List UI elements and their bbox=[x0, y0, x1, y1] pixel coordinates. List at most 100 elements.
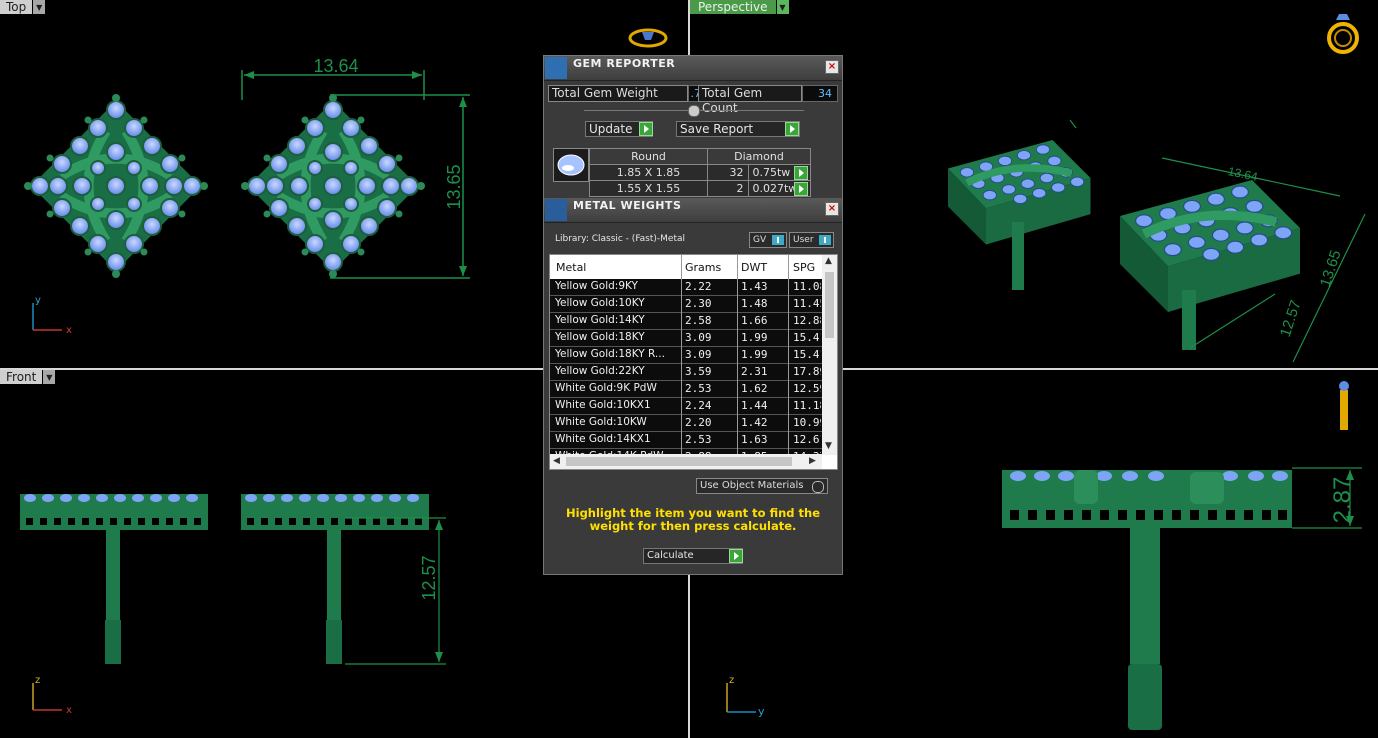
metal-row[interactable]: White Gold:10KW 2.20 1.42 10.99 bbox=[550, 415, 822, 432]
metal-spg: 11.08 bbox=[793, 280, 821, 293]
calculate-button[interactable]: Calculate bbox=[643, 548, 743, 564]
metal-row[interactable]: White Gold:10KX1 2.24 1.44 11.18 bbox=[550, 398, 822, 415]
metal-grams: 2.20 bbox=[685, 416, 712, 429]
metal-spg: 15.41 bbox=[793, 331, 821, 344]
viewport-label-top: Top bbox=[0, 0, 33, 14]
gem-reporter-titlebar[interactable]: GEM REPORTER × bbox=[544, 56, 842, 81]
metal-spg: 11.18 bbox=[793, 399, 821, 412]
gem-row-2-play-icon[interactable] bbox=[794, 182, 808, 196]
close-icon[interactable]: × bbox=[825, 202, 839, 216]
metal-dwt: 1.63 bbox=[741, 433, 768, 446]
gem-table: Round Diamond 1.85 X 1.85 32 0.75tw 1.55… bbox=[589, 148, 811, 197]
gem-reporter-panel: GEM REPORTER × Total Gem Weight .77 Tota… bbox=[543, 55, 843, 575]
viewport-tab-top[interactable]: Top ▼ bbox=[0, 0, 46, 14]
close-icon[interactable]: × bbox=[825, 60, 839, 74]
metal-spg: 10.99 bbox=[793, 416, 821, 429]
ring-icon bbox=[1327, 14, 1359, 54]
metal-grams: 2.58 bbox=[685, 314, 712, 327]
gem-row[interactable]: 1.55 X 1.55 2 0.027tw bbox=[589, 180, 811, 197]
metal-weights-table[interactable]: Metal Grams DWT SPG Yellow Gold:9KY 2.22 1… bbox=[549, 254, 838, 470]
save-report-play-icon[interactable] bbox=[785, 122, 799, 136]
gem-row[interactable]: 1.85 X 1.85 32 0.75tw bbox=[589, 164, 811, 181]
metal-row[interactable]: Yellow Gold:14KY 2.58 1.66 12.88 bbox=[550, 313, 822, 330]
metal-name: Yellow Gold:18KY bbox=[555, 331, 645, 343]
gem-ring-logo-icon bbox=[628, 28, 668, 48]
metal-weights-titlebar[interactable]: METAL WEIGHTS × bbox=[544, 198, 842, 223]
metal-name: Yellow Gold:22KY bbox=[555, 365, 645, 377]
metal-dwt: 1.44 bbox=[741, 399, 768, 412]
horizontal-scrollbar[interactable]: ◀ ▶ bbox=[550, 454, 822, 469]
gv-toggle-label: GV bbox=[753, 235, 767, 245]
save-report-button[interactable]: Save Report bbox=[676, 121, 800, 137]
scroll-thumb[interactable] bbox=[825, 272, 834, 338]
top-dim-width: 13.64 bbox=[313, 56, 358, 76]
scroll-down-icon[interactable]: ▼ bbox=[825, 441, 832, 451]
scroll-thumb[interactable] bbox=[566, 457, 792, 466]
top-dim-height: 13.65 bbox=[444, 164, 464, 209]
metal-weights-icon bbox=[545, 199, 567, 221]
scroll-left-icon[interactable]: ◀ bbox=[553, 456, 560, 466]
info-icon bbox=[819, 235, 831, 245]
metal-name: Yellow Gold:9KY bbox=[555, 280, 638, 292]
metal-row[interactable]: Yellow Gold:10KY 2.30 1.48 11.45 bbox=[550, 296, 822, 313]
scroll-up-icon[interactable]: ▲ bbox=[825, 256, 832, 266]
viewport-dropdown-icon[interactable]: ▼ bbox=[43, 370, 56, 384]
gem-reporter-icon bbox=[545, 57, 567, 79]
metal-spg: 12.59 bbox=[793, 382, 821, 395]
top-axis-x-label: x bbox=[66, 325, 72, 336]
calculate-play-icon[interactable] bbox=[729, 549, 743, 563]
viewport-label-perspective: Perspective bbox=[690, 0, 776, 14]
col-grams-header[interactable]: Grams bbox=[685, 261, 721, 274]
metal-row[interactable]: White Gold:14KX1 2.53 1.63 12.61 bbox=[550, 432, 822, 449]
front-dim-height: 12.57 bbox=[419, 555, 439, 600]
metal-grams: 3.09 bbox=[685, 331, 712, 344]
gem-count: 32 bbox=[707, 164, 749, 181]
metal-spg: 11.45 bbox=[793, 297, 821, 310]
metal-row[interactable]: Yellow Gold:22KY 3.59 2.31 17.89 bbox=[550, 364, 822, 381]
use-object-materials-checkbox[interactable]: Use Object Materials bbox=[696, 478, 828, 494]
metal-spg: 12.88 bbox=[793, 314, 821, 327]
metal-dwt: 1.48 bbox=[741, 297, 768, 310]
right-dim-height: 2.87 bbox=[1329, 477, 1356, 524]
gv-toggle[interactable]: GV bbox=[749, 232, 787, 248]
col-metal-header[interactable]: Metal bbox=[556, 261, 586, 274]
right-axis-y-label: y bbox=[758, 705, 765, 718]
viewport-label-front: Front bbox=[0, 370, 43, 384]
vertical-scrollbar[interactable]: ▲ ▼ bbox=[822, 255, 837, 455]
col-dwt-header[interactable]: DWT bbox=[741, 261, 767, 274]
update-play-icon[interactable] bbox=[639, 122, 653, 136]
metal-grams: 2.24 bbox=[685, 399, 712, 412]
top-axis-y-label: y bbox=[35, 295, 41, 306]
viewport-dropdown-icon[interactable]: ▼ bbox=[776, 0, 789, 14]
front-axis-z-label: z bbox=[35, 675, 40, 686]
metal-row[interactable]: Yellow Gold:9KY 2.22 1.43 11.08 bbox=[550, 279, 822, 296]
metal-dwt: 2.31 bbox=[741, 365, 768, 378]
pendant-view-icon bbox=[1339, 381, 1349, 430]
metal-spg: 12.61 bbox=[793, 433, 821, 446]
splitter-handle-icon[interactable] bbox=[688, 105, 700, 117]
metal-name: White Gold:10KX1 bbox=[555, 399, 651, 411]
col-spg-header[interactable]: SPG bbox=[793, 261, 815, 274]
metal-dwt: 1.99 bbox=[741, 348, 768, 361]
metal-row[interactable]: Yellow Gold:18KY R... 3.09 1.99 15.41 bbox=[550, 347, 822, 364]
metal-dwt: 1.66 bbox=[741, 314, 768, 327]
metal-grams: 2.53 bbox=[685, 382, 712, 395]
scroll-right-icon[interactable]: ▶ bbox=[809, 456, 816, 466]
metal-name: White Gold:10KW bbox=[555, 416, 647, 428]
total-gem-count-label: Total Gem Count bbox=[698, 85, 802, 115]
viewport-dropdown-icon[interactable]: ▼ bbox=[33, 0, 46, 14]
calculate-hint: Highlight the item you want to find the … bbox=[566, 506, 820, 533]
metal-table-rows: Yellow Gold:9KY2.221.4311.08Yellow Gold:… bbox=[550, 279, 822, 466]
viewport-tab-perspective[interactable]: Perspective ▼ bbox=[690, 0, 789, 14]
gem-count: 2 bbox=[707, 180, 749, 197]
viewport-tab-front[interactable]: Front ▼ bbox=[0, 370, 56, 384]
gem-size: 1.55 X 1.55 bbox=[589, 180, 708, 197]
gem-type-header: Diamond bbox=[707, 148, 811, 165]
metal-row[interactable]: White Gold:9K PdW 2.53 1.62 12.59 bbox=[550, 381, 822, 398]
gem-shape-header: Round bbox=[589, 148, 708, 165]
metal-row[interactable]: Yellow Gold:18KY 3.09 1.99 15.41 bbox=[550, 330, 822, 347]
persp-dim-depth: 12.57 bbox=[1277, 298, 1305, 339]
gem-row-1-play-icon[interactable] bbox=[794, 166, 808, 180]
user-toggle[interactable]: User bbox=[789, 232, 834, 248]
column-separator bbox=[788, 255, 789, 455]
